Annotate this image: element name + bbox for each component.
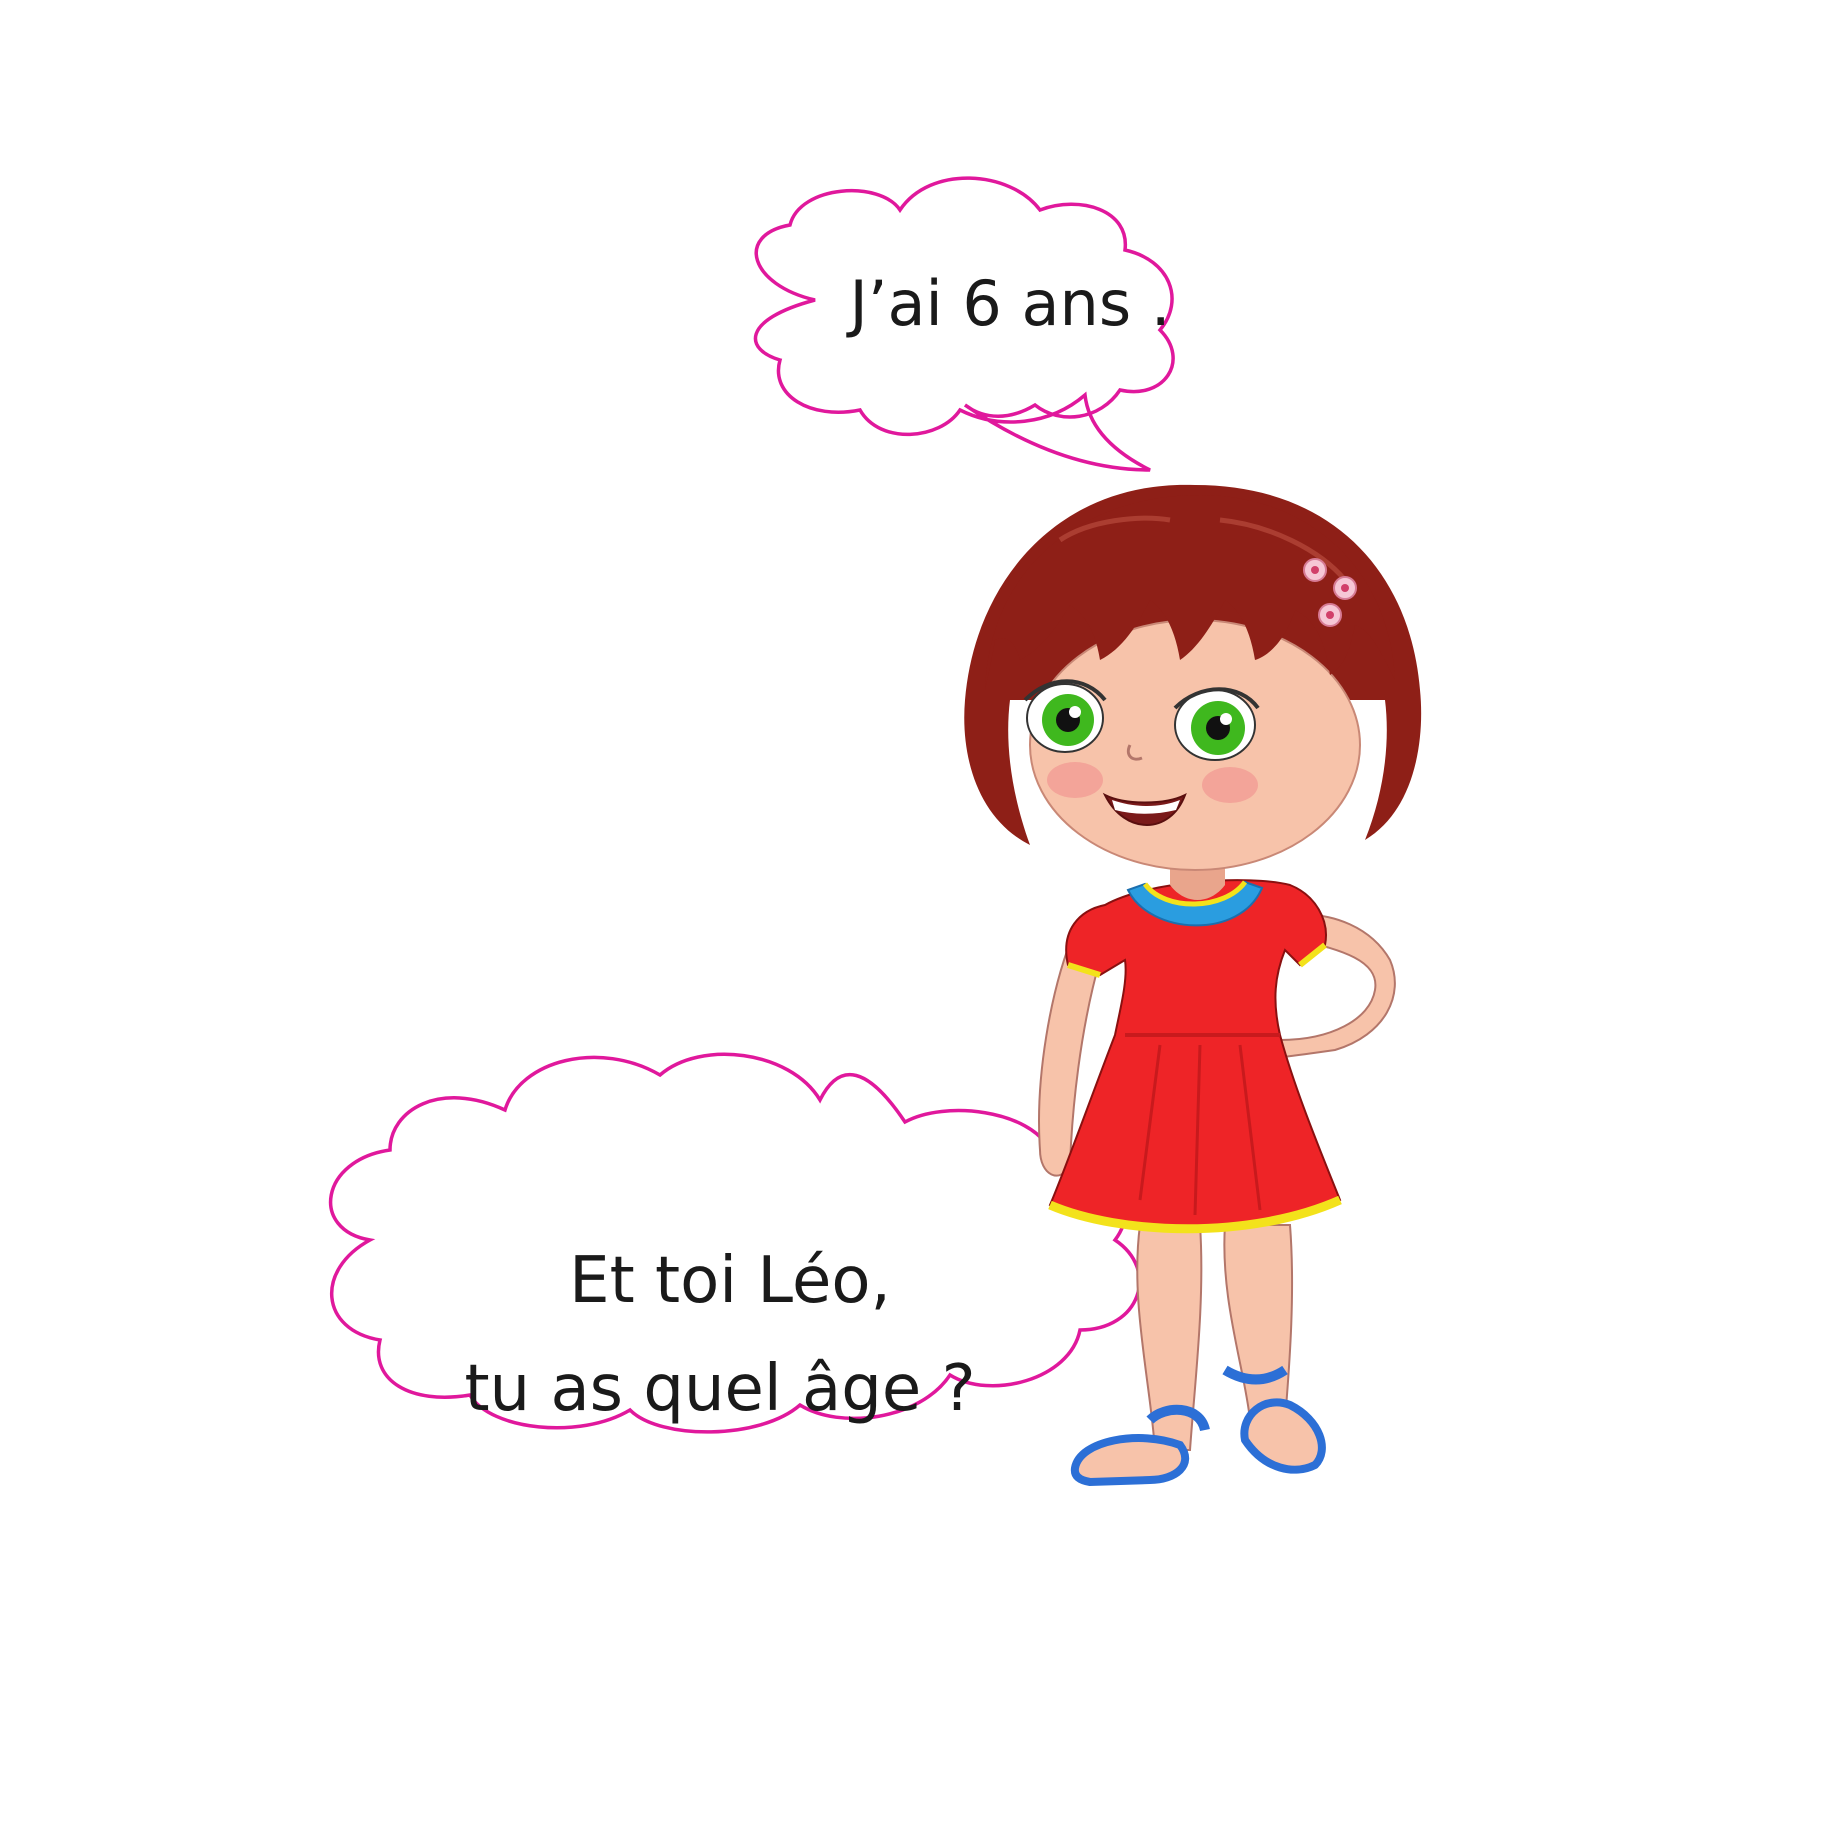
speech-bubble-top-text: J’ai 6 ans . bbox=[845, 267, 1170, 340]
scene: J’ai 6 ans . Et toi Léo, tu as quel âge … bbox=[328, 176, 1422, 1487]
speech-bubble-top: J’ai 6 ans . bbox=[753, 176, 1175, 472]
girl-cheek-left bbox=[1047, 762, 1103, 798]
girl-cheek-right bbox=[1202, 767, 1258, 803]
speech-bubble-bottom-line1: Et toi Léo, bbox=[569, 1244, 891, 1318]
speech-bubble-bottom-line2: tu as quel âge ? bbox=[464, 1352, 975, 1426]
speech-bubble-bottom: Et toi Léo, tu as quel âge ? bbox=[328, 1052, 1142, 1434]
